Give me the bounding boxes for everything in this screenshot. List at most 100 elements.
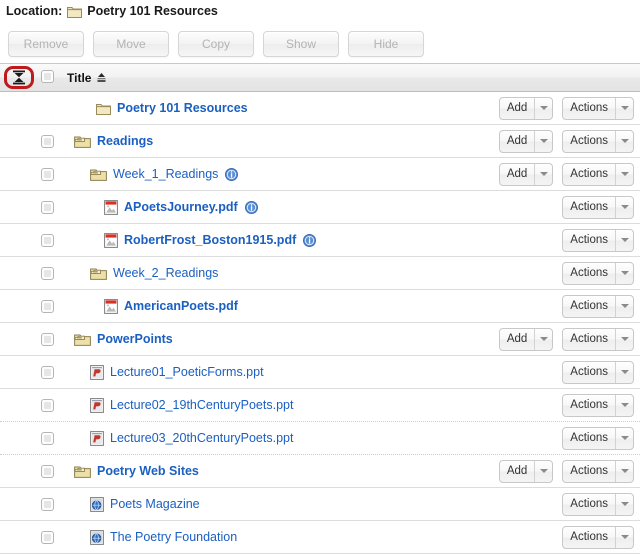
row-title-link[interactable]: Poetry Web Sites bbox=[97, 464, 199, 478]
actions-button[interactable]: Actions bbox=[562, 195, 634, 219]
row-title-link[interactable]: Poets Magazine bbox=[110, 497, 200, 511]
row-checkbox[interactable] bbox=[41, 531, 54, 544]
actions-button[interactable]: Actions bbox=[562, 129, 634, 153]
remove-button: Remove bbox=[8, 31, 84, 57]
row-actions-cell: Add Actions bbox=[498, 125, 634, 157]
actions-button[interactable]: Actions bbox=[562, 96, 634, 120]
row-checkbox[interactable] bbox=[41, 333, 54, 346]
row-checkbox[interactable] bbox=[41, 234, 54, 247]
chevron-down-icon[interactable] bbox=[534, 97, 552, 119]
caret-glyph bbox=[620, 469, 629, 473]
row-title-link[interactable]: Week_1_Readings bbox=[113, 167, 218, 181]
chevron-down-icon[interactable] bbox=[615, 460, 633, 482]
actions-button[interactable]: Actions bbox=[562, 360, 634, 384]
web-link-icon bbox=[90, 496, 104, 512]
chevron-down-icon[interactable] bbox=[615, 97, 633, 119]
chevron-down-icon[interactable] bbox=[534, 163, 552, 185]
row-title-link[interactable]: PowerPoints bbox=[97, 332, 173, 346]
column-header-title[interactable]: Title bbox=[67, 64, 107, 91]
folder-open-icon bbox=[90, 167, 107, 181]
chevron-down-icon[interactable] bbox=[534, 328, 552, 350]
chevron-down-icon[interactable] bbox=[615, 361, 633, 383]
row-checkbox[interactable] bbox=[41, 168, 54, 181]
info-icon[interactable] bbox=[225, 167, 239, 181]
actions-button[interactable]: Actions bbox=[562, 459, 634, 483]
table-row: Week_1_Readings Add Actions bbox=[0, 158, 640, 191]
add-button[interactable]: Add bbox=[498, 327, 554, 351]
row-title-link[interactable]: Readings bbox=[97, 134, 153, 148]
actions-button[interactable]: Actions bbox=[562, 294, 634, 318]
actions-button[interactable]: Actions bbox=[562, 261, 634, 285]
chevron-down-icon[interactable] bbox=[615, 130, 633, 152]
row-checkbox[interactable] bbox=[41, 366, 54, 379]
chevron-down-icon[interactable] bbox=[615, 394, 633, 416]
row-title-link[interactable]: Lecture03_20thCenturyPoets.ppt bbox=[110, 431, 293, 445]
chevron-down-icon[interactable] bbox=[615, 196, 633, 218]
actions-button-label: Actions bbox=[570, 465, 608, 477]
table-row: Lecture03_20thCenturyPoets.ppt Actions bbox=[0, 422, 640, 455]
row-checkbox-cell bbox=[41, 465, 54, 478]
row-checkbox[interactable] bbox=[41, 399, 54, 412]
chevron-down-icon[interactable] bbox=[615, 526, 633, 548]
add-button[interactable]: Add bbox=[498, 459, 554, 483]
row-checkbox-cell bbox=[41, 498, 54, 511]
chevron-down-icon[interactable] bbox=[615, 163, 633, 185]
add-button[interactable]: Add bbox=[498, 96, 554, 120]
row-actions-cell: Actions bbox=[506, 191, 634, 223]
info-icon[interactable] bbox=[244, 200, 258, 214]
chevron-down-icon[interactable] bbox=[615, 328, 633, 350]
folder-open-icon bbox=[90, 266, 107, 280]
row-checkbox[interactable] bbox=[41, 498, 54, 511]
row-title-link[interactable]: Week_2_Readings bbox=[113, 266, 218, 280]
collapse-all-icon[interactable] bbox=[11, 69, 27, 86]
actions-button[interactable]: Actions bbox=[562, 162, 634, 186]
row-checkbox[interactable] bbox=[41, 432, 54, 445]
ppt-icon bbox=[90, 430, 104, 446]
remove-button-label: Remove bbox=[23, 37, 69, 51]
chevron-down-icon[interactable] bbox=[534, 460, 552, 482]
sort-ascending-icon[interactable] bbox=[96, 72, 107, 83]
chevron-down-icon[interactable] bbox=[615, 427, 633, 449]
add-button[interactable]: Add bbox=[498, 129, 554, 153]
caret-glyph bbox=[620, 238, 629, 242]
chevron-down-icon[interactable] bbox=[615, 493, 633, 515]
info-icon[interactable] bbox=[303, 233, 317, 247]
row-title-link[interactable]: The Poetry Foundation bbox=[110, 530, 237, 544]
actions-button-label: Actions bbox=[570, 102, 608, 114]
row-title-cell: The Poetry Foundation bbox=[90, 521, 510, 553]
actions-button[interactable]: Actions bbox=[562, 228, 634, 252]
actions-button[interactable]: Actions bbox=[562, 393, 634, 417]
select-all-checkbox[interactable] bbox=[41, 70, 54, 83]
row-title-link[interactable]: Lecture02_19thCenturyPoets.ppt bbox=[110, 398, 293, 412]
web-link-icon bbox=[90, 529, 104, 545]
pdf-icon bbox=[104, 232, 118, 248]
row-checkbox[interactable] bbox=[41, 201, 54, 214]
chevron-down-icon[interactable] bbox=[615, 229, 633, 251]
row-checkbox[interactable] bbox=[41, 465, 54, 478]
actions-button-label: Actions bbox=[570, 135, 608, 147]
row-title-cell: Poets Magazine bbox=[90, 488, 510, 520]
row-checkbox[interactable] bbox=[41, 267, 54, 280]
row-title-link[interactable]: Poetry 101 Resources bbox=[117, 101, 248, 115]
actions-button[interactable]: Actions bbox=[562, 492, 634, 516]
row-title-cell: APoetsJourney.pdf bbox=[104, 191, 510, 223]
row-title-link[interactable]: APoetsJourney.pdf bbox=[124, 200, 238, 214]
chevron-down-icon[interactable] bbox=[534, 130, 552, 152]
add-button[interactable]: Add bbox=[498, 162, 554, 186]
actions-button-label: Actions bbox=[570, 300, 608, 312]
actions-button[interactable]: Actions bbox=[562, 525, 634, 549]
row-title-link[interactable]: AmericanPoets.pdf bbox=[124, 299, 238, 313]
row-title-link[interactable]: RobertFrost_Boston1915.pdf bbox=[124, 233, 296, 247]
caret-glyph bbox=[620, 436, 629, 440]
chevron-down-icon[interactable] bbox=[615, 295, 633, 317]
row-checkbox[interactable] bbox=[41, 300, 54, 313]
row-checkbox[interactable] bbox=[41, 135, 54, 148]
actions-button[interactable]: Actions bbox=[562, 327, 634, 351]
row-checkbox-cell bbox=[41, 531, 54, 544]
row-actions-cell: Add Actions bbox=[498, 455, 634, 487]
actions-button[interactable]: Actions bbox=[562, 426, 634, 450]
row-title-cell: RobertFrost_Boston1915.pdf bbox=[104, 224, 510, 256]
chevron-down-icon[interactable] bbox=[615, 262, 633, 284]
add-button-label: Add bbox=[506, 465, 528, 477]
row-title-link[interactable]: Lecture01_PoeticForms.ppt bbox=[110, 365, 264, 379]
